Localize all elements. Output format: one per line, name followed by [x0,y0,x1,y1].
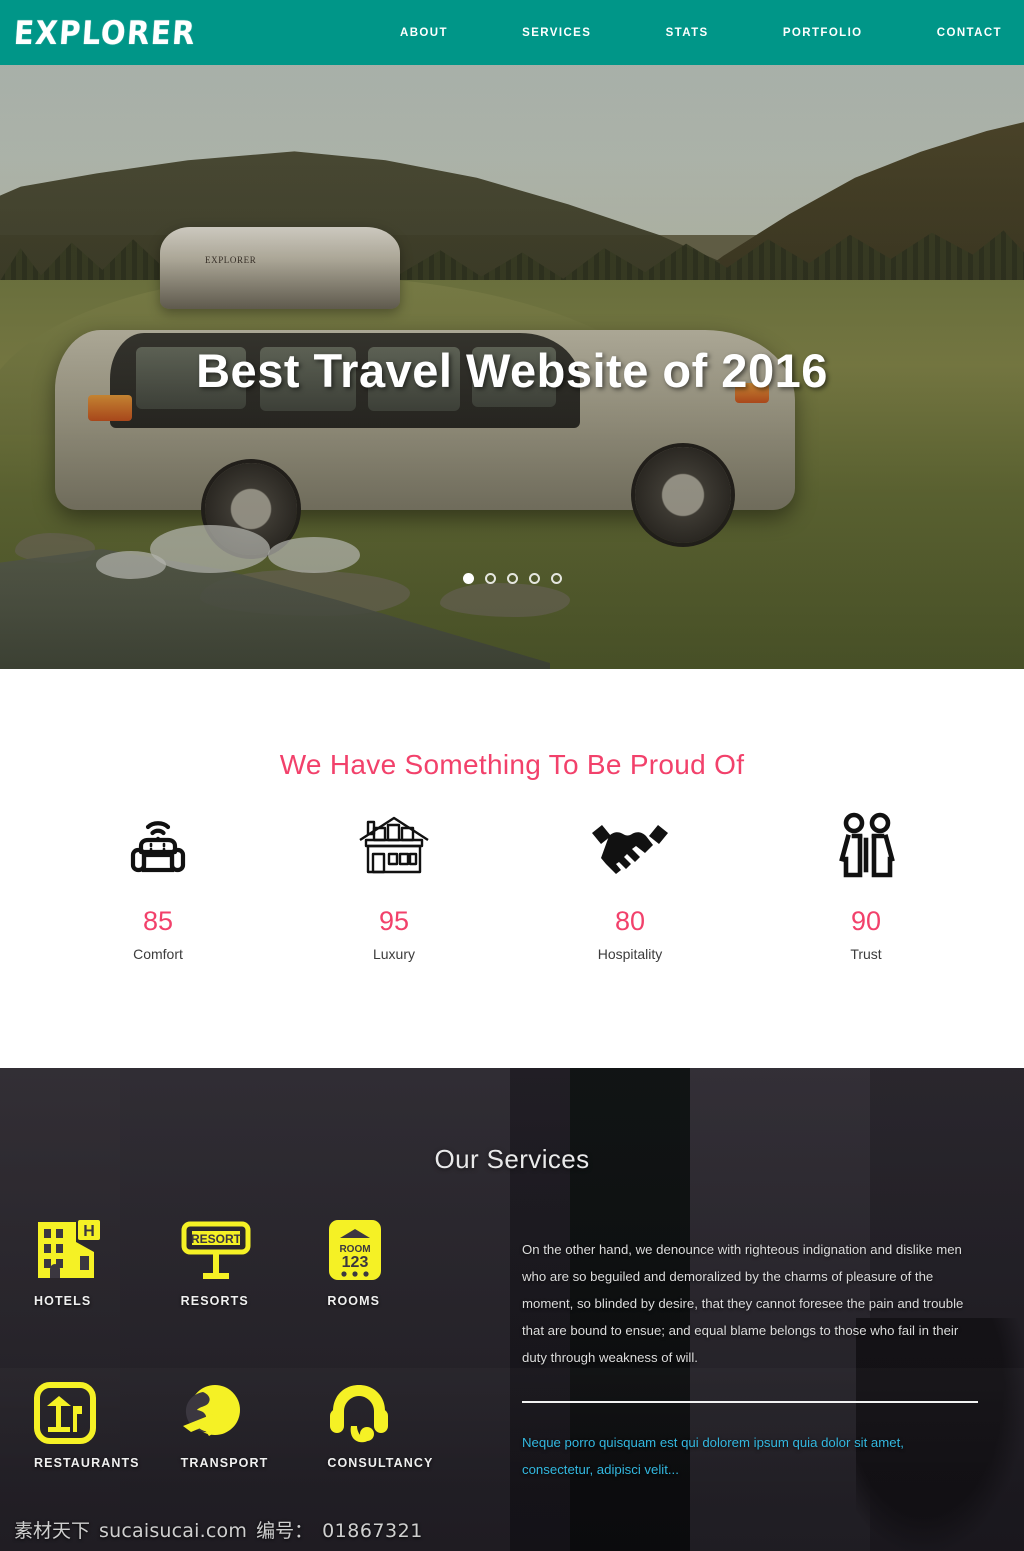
service-item-restaurants[interactable]: RESTAURANTS [34,1370,181,1470]
services-paragraph: On the other hand, we denounce with righ… [522,1242,964,1365]
service-label: RESORTS [180,1294,249,1308]
stat-card-luxury: 95 Luxury [276,804,512,962]
stat-label: Luxury [372,946,416,962]
service-item-rooms[interactable]: ROOM 123 ROOMS [327,1208,474,1308]
carousel-dot-5[interactable] [550,573,562,584]
hero-title: Best Travel Website of 2016 [196,344,828,397]
stats-grid: 85 Comfort 95 Luxury 80 Hospitality 90 T… [40,804,984,962]
stat-card-comfort: 85 Comfort [40,804,276,962]
restaurant-icon [34,1370,181,1444]
nav-item-portfolio[interactable]: PORTFOLIO [783,27,863,39]
watermark-site-cn: 素材天下 [14,1520,91,1542]
page-root: EXPLORER ABOUT SERVICES STATS PORTFOLIO … [0,0,1024,1551]
room-placard-icon: ROOM 123 [327,1208,474,1282]
service-label: HOTELS [34,1294,92,1308]
service-label: CONSULTANCY [327,1456,434,1470]
service-item-resorts[interactable]: RESORT RESORTS [181,1208,328,1308]
hotel-building-icon: H [34,1208,181,1282]
carousel-dot-3[interactable] [506,573,518,584]
hero-carousel: EXPLORER Best Travel Website of 2016 [0,65,1024,669]
carousel-dot-1[interactable] [462,573,474,584]
stats-section-title: We Have Something To Be Proud Of [279,749,745,780]
stat-card-hospitality: 80 Hospitality [512,804,748,962]
services-divider [522,1401,978,1403]
services-section: Our Services H HOTELS RESORT RESORTS ROO… [0,1068,1024,1551]
site-logo[interactable]: EXPLORER [13,13,198,51]
stat-value: 95 [378,906,410,936]
service-label: RESTAURANTS [34,1456,140,1470]
services-section-title: Our Services [434,1144,590,1174]
headset-icon [327,1370,474,1444]
nav-item-stats[interactable]: STATS [666,27,709,39]
svg-text:RESORT: RESORT [191,1232,242,1246]
services-text-column: On the other hand, we denounce with righ… [522,1236,978,1483]
stat-value: 80 [614,906,646,936]
stat-value: 90 [850,906,882,936]
resort-sign-icon: RESORT [181,1208,328,1282]
two-people-icon [748,804,984,890]
stat-label: Comfort [133,946,183,962]
svg-text:H: H [83,1223,95,1240]
service-item-hotels[interactable]: H HOTELS [34,1208,181,1308]
stats-section: We Have Something To Be Proud Of 85 Comf… [0,669,1024,1068]
service-label: TRANSPORT [180,1456,269,1470]
armchair-wifi-icon [40,804,276,890]
nav-item-about[interactable]: ABOUT [400,27,448,39]
stat-value: 85 [142,906,174,936]
stat-label: Trust [850,946,882,962]
svg-text:123: 123 [342,1254,369,1271]
nav-item-contact[interactable]: CONTACT [937,27,1002,39]
handshake-icon [512,804,748,890]
house-icon [276,804,512,890]
carousel-dot-4[interactable] [528,573,540,584]
watermark: 素材天下 sucaisucai.com 编号： 01867321 [14,1516,423,1543]
watermark-number: 01867321 [322,1520,423,1542]
site-header: EXPLORER ABOUT SERVICES STATS PORTFOLIO … [0,0,1024,65]
carousel-dots [0,573,1024,584]
stat-label: Hospitality [597,946,663,962]
service-item-consultancy[interactable]: CONSULTANCY [327,1370,474,1470]
main-navigation: ABOUT SERVICES STATS PORTFOLIO CONTACT [400,0,1024,65]
watermark-site: sucaisucai.com [99,1520,248,1542]
service-item-transport[interactable]: TRANSPORT [181,1370,328,1470]
stat-card-trust: 90 Trust [748,804,984,962]
carousel-dot-2[interactable] [484,573,496,584]
nav-item-services[interactable]: SERVICES [522,27,591,39]
services-quote-link[interactable]: Neque porro quisquam est qui dolorem ips… [522,1429,978,1483]
watermark-number-label: 编号： [256,1520,314,1542]
services-icon-grid: H HOTELS RESORT RESORTS ROOM 123 ROOMS R… [34,1208,474,1470]
service-label: ROOMS [327,1294,381,1308]
globe-plane-icon [181,1370,328,1444]
